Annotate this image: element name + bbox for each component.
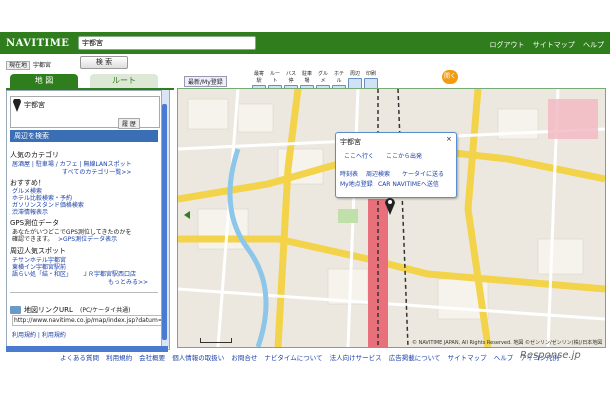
search-input[interactable]	[78, 36, 256, 50]
my-register-link[interactable]: My地点登録	[340, 179, 373, 188]
footer-company[interactable]: 会社概要	[139, 354, 165, 362]
bottom-links[interactable]: 利用規約 | 利用規約	[12, 330, 66, 339]
go-here-link[interactable]: ここへ行く	[344, 151, 374, 160]
destination-name: 宇都宮	[24, 101, 45, 109]
tool-nearby[interactable]: 周辺	[348, 70, 362, 89]
tab-bar: 地 図 ルート	[6, 74, 174, 90]
current-position-tag: 現在地	[6, 61, 31, 70]
divider	[10, 292, 158, 293]
location-pin-icon	[385, 198, 395, 215]
current-position: 現在地 宇都宮	[6, 60, 52, 70]
gps-desc-2: 確認できます。	[12, 236, 54, 243]
timetable-link[interactable]: 時刻表	[340, 169, 358, 178]
link-url-icon	[10, 306, 21, 314]
map-copyright: © NAVITIME JAPAN, All Rights Reserved. 地…	[412, 340, 603, 346]
tab-route[interactable]: ルート	[90, 74, 158, 88]
spots-more-link[interactable]: もっとみる>>	[108, 277, 148, 286]
popup-title: 宇都宮	[340, 138, 361, 146]
footer-privacy[interactable]: 個人情報の取扱い	[172, 354, 224, 362]
nearby-search-header: 周辺を検索	[10, 130, 158, 142]
footer-faq[interactable]: よくある質問	[60, 354, 99, 362]
pin-icon	[13, 99, 21, 112]
history-button[interactable]: 履 歴	[118, 118, 140, 129]
map-scale	[200, 338, 232, 343]
footer-help[interactable]: ヘルプ	[494, 354, 514, 362]
footer-ads[interactable]: 広告掲載について	[389, 354, 441, 362]
close-icon[interactable]: ×	[446, 135, 452, 143]
register-button[interactable]: 最新/My登録	[184, 76, 227, 87]
watermark: Response.jp	[520, 350, 581, 361]
footer-business[interactable]: 法人向けサービス	[330, 354, 382, 362]
map-graphics	[178, 89, 605, 347]
sitemap-link[interactable]: サイトマップ	[533, 41, 575, 49]
all-category-link[interactable]: すべてのカテゴリ一覧>>	[62, 167, 131, 176]
footer-about[interactable]: ナビタイムについて	[264, 354, 322, 362]
footer-sitemap[interactable]: サイトマップ	[448, 354, 487, 362]
logout-link[interactable]: ログアウト	[490, 41, 525, 49]
map-canvas[interactable]	[177, 88, 606, 348]
info-popup: 宇都宮 × ここへ行く ここから出発 時刻表 周辺検索 ケータイに送る My地点…	[335, 132, 457, 198]
tab-map[interactable]: 地 図	[10, 74, 78, 88]
navitime-logo[interactable]: NAVITIME	[6, 38, 69, 49]
top-links: ログアウト サイトマップ ヘルプ	[484, 40, 604, 50]
open-button[interactable]: 開く	[442, 70, 458, 84]
car-send-link[interactable]: CAR NAVITIMEへ送信	[378, 179, 439, 188]
spot-3[interactable]: 語らい処「結・和区」	[12, 269, 72, 278]
tool-print[interactable]: 印刷	[364, 70, 378, 89]
footer-terms[interactable]: 利用規約	[106, 354, 132, 362]
help-link[interactable]: ヘルプ	[583, 41, 604, 49]
left-scrollbar-thumb[interactable]	[162, 104, 167, 340]
footer-links: よくある質問 利用規約 会社概要 個人情報の取扱い お問合せ ナビタイムについて…	[60, 352, 564, 362]
link-url-sub: (PC/ケータイ共通)	[80, 307, 131, 314]
link-url-title: 地図リンクURL	[24, 306, 73, 314]
link-url-field[interactable]: http://www.navitime.co.jp/map/index.jsp?…	[12, 315, 162, 326]
send-mobile-link[interactable]: ケータイに送る	[402, 169, 444, 178]
gps-data-link[interactable]: >GPS測位データ表示	[58, 234, 117, 243]
current-position-value: 宇都宮	[33, 62, 52, 69]
from-here-link[interactable]: ここから出発	[386, 151, 422, 160]
footer-contact[interactable]: お問合せ	[231, 354, 257, 362]
recommend-traffic[interactable]: 渋滞情報表示	[12, 207, 48, 216]
nearby-search-link[interactable]: 周辺検索	[366, 169, 390, 178]
search-button[interactable]: 検 索	[80, 56, 128, 69]
